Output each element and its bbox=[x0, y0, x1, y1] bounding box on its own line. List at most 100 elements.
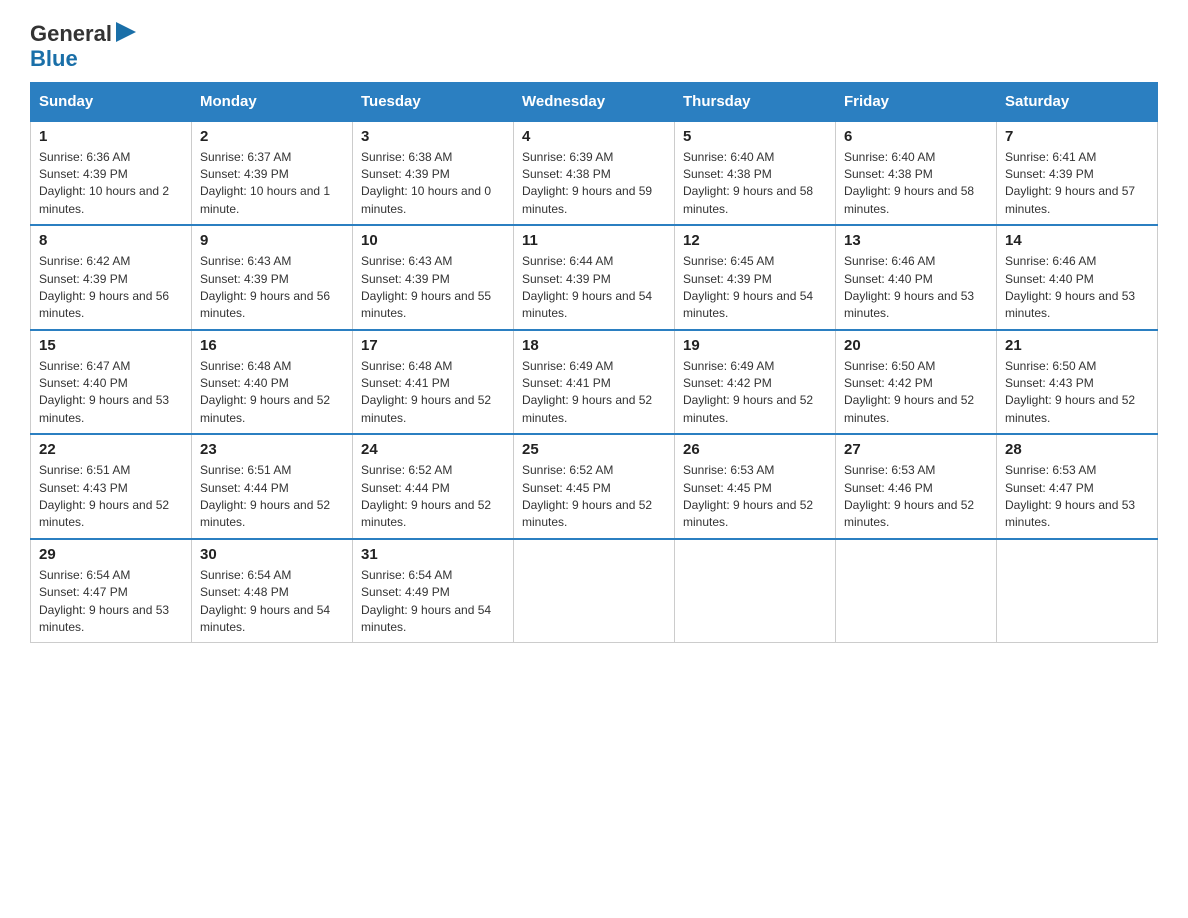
day-number: 4 bbox=[522, 128, 666, 145]
day-info: Sunrise: 6:53 AMSunset: 4:46 PMDaylight:… bbox=[844, 462, 988, 532]
day-number: 18 bbox=[522, 337, 666, 354]
calendar-cell: 16 Sunrise: 6:48 AMSunset: 4:40 PMDayligh… bbox=[192, 330, 353, 435]
calendar-cell: 25 Sunrise: 6:52 AMSunset: 4:45 PMDayligh… bbox=[514, 434, 675, 539]
day-info: Sunrise: 6:48 AMSunset: 4:41 PMDaylight:… bbox=[361, 358, 505, 428]
calendar-header-row: SundayMondayTuesdayWednesdayThursdayFrid… bbox=[31, 82, 1158, 121]
day-number: 22 bbox=[39, 441, 183, 458]
calendar-cell bbox=[836, 539, 997, 643]
day-number: 15 bbox=[39, 337, 183, 354]
calendar-cell: 12 Sunrise: 6:45 AMSunset: 4:39 PMDayligh… bbox=[675, 225, 836, 330]
logo-arrow-icon bbox=[116, 22, 136, 42]
day-info: Sunrise: 6:46 AMSunset: 4:40 PMDaylight:… bbox=[1005, 253, 1149, 323]
logo: General Blue bbox=[30, 20, 136, 72]
calendar-cell: 6 Sunrise: 6:40 AMSunset: 4:38 PMDaylight… bbox=[836, 121, 997, 226]
day-info: Sunrise: 6:38 AMSunset: 4:39 PMDaylight:… bbox=[361, 149, 505, 219]
calendar-cell: 4Sunrise: 6:39 AMSunset: 4:38 PMDaylight… bbox=[514, 121, 675, 226]
calendar-cell: 13 Sunrise: 6:46 AMSunset: 4:40 PMDayligh… bbox=[836, 225, 997, 330]
calendar-cell: 22 Sunrise: 6:51 AMSunset: 4:43 PMDayligh… bbox=[31, 434, 192, 539]
day-number: 14 bbox=[1005, 232, 1149, 249]
calendar-cell: 14 Sunrise: 6:46 AMSunset: 4:40 PMDayligh… bbox=[997, 225, 1158, 330]
day-number: 12 bbox=[683, 232, 827, 249]
calendar-cell: 20 Sunrise: 6:50 AMSunset: 4:42 PMDayligh… bbox=[836, 330, 997, 435]
day-number: 26 bbox=[683, 441, 827, 458]
day-number: 9 bbox=[200, 232, 344, 249]
day-number: 5 bbox=[683, 128, 827, 145]
calendar-cell: 11Sunrise: 6:44 AMSunset: 4:39 PMDayligh… bbox=[514, 225, 675, 330]
week-row: 1Sunrise: 6:36 AMSunset: 4:39 PMDaylight… bbox=[31, 121, 1158, 226]
day-number: 6 bbox=[844, 128, 988, 145]
day-number: 21 bbox=[1005, 337, 1149, 354]
day-number: 20 bbox=[844, 337, 988, 354]
calendar-cell: 24Sunrise: 6:52 AMSunset: 4:44 PMDayligh… bbox=[353, 434, 514, 539]
calendar-cell: 18 Sunrise: 6:49 AMSunset: 4:41 PMDayligh… bbox=[514, 330, 675, 435]
day-number: 10 bbox=[361, 232, 505, 249]
day-info: Sunrise: 6:51 AMSunset: 4:44 PMDaylight:… bbox=[200, 462, 344, 532]
day-number: 29 bbox=[39, 546, 183, 563]
day-info: Sunrise: 6:46 AMSunset: 4:40 PMDaylight:… bbox=[844, 253, 988, 323]
day-number: 28 bbox=[1005, 441, 1149, 458]
day-info: Sunrise: 6:40 AMSunset: 4:38 PMDaylight:… bbox=[844, 149, 988, 219]
day-number: 8 bbox=[39, 232, 183, 249]
day-info: Sunrise: 6:50 AMSunset: 4:43 PMDaylight:… bbox=[1005, 358, 1149, 428]
week-row: 22 Sunrise: 6:51 AMSunset: 4:43 PMDayligh… bbox=[31, 434, 1158, 539]
calendar-cell: 9 Sunrise: 6:43 AMSunset: 4:39 PMDaylight… bbox=[192, 225, 353, 330]
calendar-cell: 2Sunrise: 6:37 AMSunset: 4:39 PMDaylight… bbox=[192, 121, 353, 226]
day-number: 30 bbox=[200, 546, 344, 563]
day-number: 19 bbox=[683, 337, 827, 354]
calendar-cell: 27 Sunrise: 6:53 AMSunset: 4:46 PMDayligh… bbox=[836, 434, 997, 539]
day-number: 23 bbox=[200, 441, 344, 458]
calendar-cell: 19 Sunrise: 6:49 AMSunset: 4:42 PMDayligh… bbox=[675, 330, 836, 435]
day-number: 24 bbox=[361, 441, 505, 458]
day-info: Sunrise: 6:49 AMSunset: 4:42 PMDaylight:… bbox=[683, 358, 827, 428]
day-number: 7 bbox=[1005, 128, 1149, 145]
page-header: General Blue bbox=[30, 20, 1158, 72]
week-row: 15 Sunrise: 6:47 AMSunset: 4:40 PMDayligh… bbox=[31, 330, 1158, 435]
day-number: 1 bbox=[39, 128, 183, 145]
calendar-cell: 10Sunrise: 6:43 AMSunset: 4:39 PMDayligh… bbox=[353, 225, 514, 330]
week-row: 8 Sunrise: 6:42 AMSunset: 4:39 PMDaylight… bbox=[31, 225, 1158, 330]
day-of-week-header: Wednesday bbox=[514, 82, 675, 121]
calendar-cell: 23 Sunrise: 6:51 AMSunset: 4:44 PMDayligh… bbox=[192, 434, 353, 539]
calendar-cell: 28 Sunrise: 6:53 AMSunset: 4:47 PMDayligh… bbox=[997, 434, 1158, 539]
day-info: Sunrise: 6:47 AMSunset: 4:40 PMDaylight:… bbox=[39, 358, 183, 428]
calendar-cell: 7Sunrise: 6:41 AMSunset: 4:39 PMDaylight… bbox=[997, 121, 1158, 226]
calendar-cell: 3Sunrise: 6:38 AMSunset: 4:39 PMDaylight… bbox=[353, 121, 514, 226]
day-info: Sunrise: 6:48 AMSunset: 4:40 PMDaylight:… bbox=[200, 358, 344, 428]
day-number: 17 bbox=[361, 337, 505, 354]
calendar-cell: 26 Sunrise: 6:53 AMSunset: 4:45 PMDayligh… bbox=[675, 434, 836, 539]
day-info: Sunrise: 6:54 AMSunset: 4:48 PMDaylight:… bbox=[200, 567, 344, 637]
day-number: 2 bbox=[200, 128, 344, 145]
day-info: Sunrise: 6:52 AMSunset: 4:45 PMDaylight:… bbox=[522, 462, 666, 532]
day-info: Sunrise: 6:53 AMSunset: 4:47 PMDaylight:… bbox=[1005, 462, 1149, 532]
day-of-week-header: Thursday bbox=[675, 82, 836, 121]
day-info: Sunrise: 6:54 AMSunset: 4:47 PMDaylight:… bbox=[39, 567, 183, 637]
day-info: Sunrise: 6:49 AMSunset: 4:41 PMDaylight:… bbox=[522, 358, 666, 428]
day-number: 27 bbox=[844, 441, 988, 458]
day-info: Sunrise: 6:50 AMSunset: 4:42 PMDaylight:… bbox=[844, 358, 988, 428]
day-number: 25 bbox=[522, 441, 666, 458]
day-info: Sunrise: 6:53 AMSunset: 4:45 PMDaylight:… bbox=[683, 462, 827, 532]
day-info: Sunrise: 6:54 AMSunset: 4:49 PMDaylight:… bbox=[361, 567, 505, 637]
day-number: 31 bbox=[361, 546, 505, 563]
day-number: 13 bbox=[844, 232, 988, 249]
logo-general-text: General bbox=[30, 22, 112, 46]
calendar-cell bbox=[514, 539, 675, 643]
day-of-week-header: Sunday bbox=[31, 82, 192, 121]
day-of-week-header: Friday bbox=[836, 82, 997, 121]
calendar-cell: 15 Sunrise: 6:47 AMSunset: 4:40 PMDayligh… bbox=[31, 330, 192, 435]
calendar-cell: 17 Sunrise: 6:48 AMSunset: 4:41 PMDayligh… bbox=[353, 330, 514, 435]
calendar-cell: 30 Sunrise: 6:54 AMSunset: 4:48 PMDayligh… bbox=[192, 539, 353, 643]
logo-blue-text: Blue bbox=[30, 47, 136, 71]
day-info: Sunrise: 6:42 AMSunset: 4:39 PMDaylight:… bbox=[39, 253, 183, 323]
day-number: 11 bbox=[522, 232, 666, 249]
week-row: 29 Sunrise: 6:54 AMSunset: 4:47 PMDayligh… bbox=[31, 539, 1158, 643]
calendar-cell: 21 Sunrise: 6:50 AMSunset: 4:43 PMDayligh… bbox=[997, 330, 1158, 435]
calendar-cell: 5 Sunrise: 6:40 AMSunset: 4:38 PMDaylight… bbox=[675, 121, 836, 226]
day-info: Sunrise: 6:40 AMSunset: 4:38 PMDaylight:… bbox=[683, 149, 827, 219]
calendar-cell: 29 Sunrise: 6:54 AMSunset: 4:47 PMDayligh… bbox=[31, 539, 192, 643]
calendar-cell: 1Sunrise: 6:36 AMSunset: 4:39 PMDaylight… bbox=[31, 121, 192, 226]
day-info: Sunrise: 6:51 AMSunset: 4:43 PMDaylight:… bbox=[39, 462, 183, 532]
day-info: Sunrise: 6:45 AMSunset: 4:39 PMDaylight:… bbox=[683, 253, 827, 323]
day-number: 16 bbox=[200, 337, 344, 354]
day-info: Sunrise: 6:43 AMSunset: 4:39 PMDaylight:… bbox=[200, 253, 344, 323]
